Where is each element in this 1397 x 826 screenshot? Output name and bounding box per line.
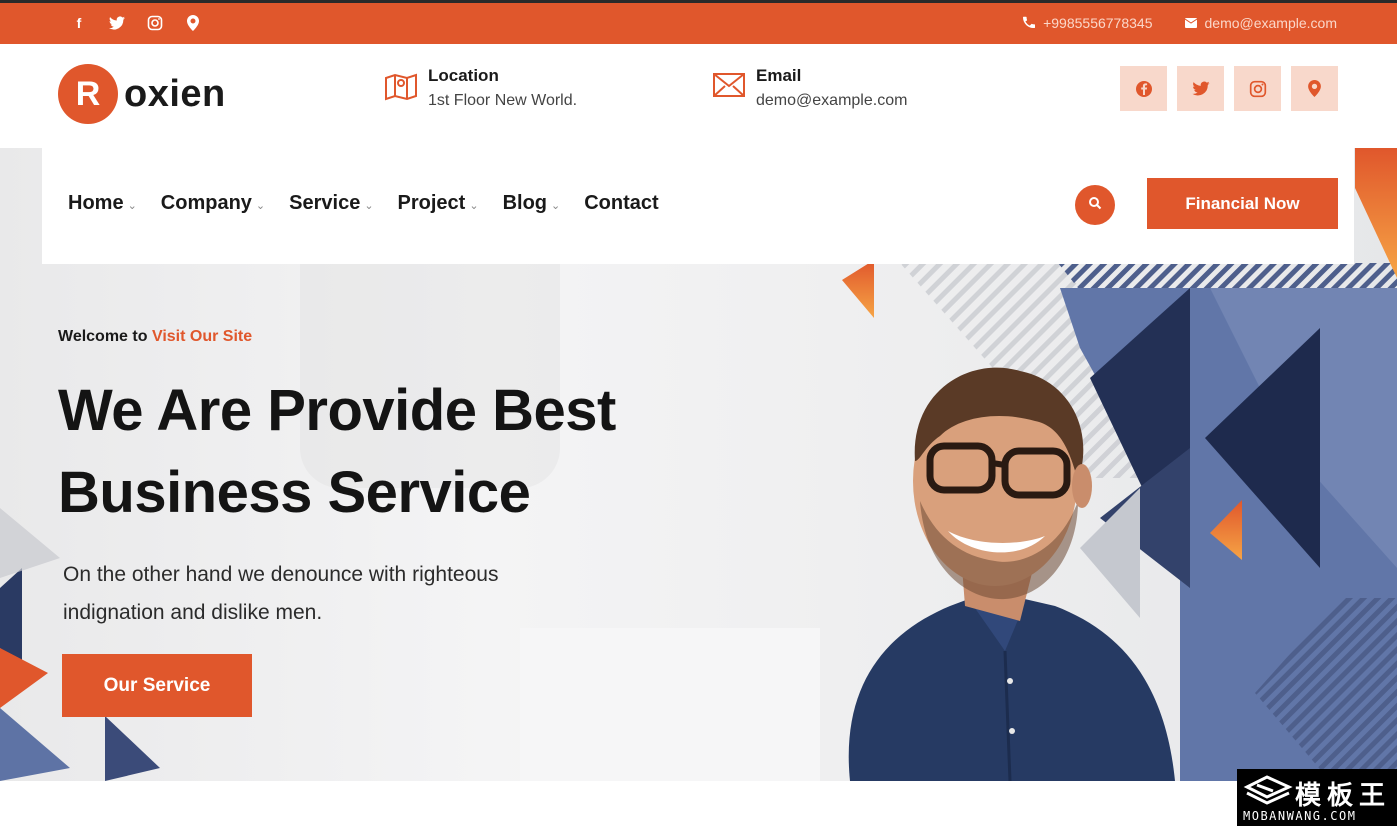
main-navigation: Home ⌄ Company ⌄ Service ⌄ Project ⌄ Blo… [42, 148, 1354, 264]
chevron-down-icon: ⌄ [255, 200, 266, 212]
nav-item-contact[interactable]: Contact [584, 192, 658, 215]
nav-item-project[interactable]: Project ⌄ [398, 192, 479, 215]
twitter-icon[interactable] [108, 13, 126, 33]
nav-item-label: Project [397, 192, 466, 214]
location-label: Location [428, 66, 499, 85]
facebook-icon[interactable] [1120, 66, 1167, 111]
nav-item-company[interactable]: Company ⌄ [161, 192, 265, 215]
twitter-icon[interactable] [1177, 66, 1224, 111]
stack-icon [1243, 775, 1293, 805]
hero-headline-line: Business Service [58, 460, 531, 525]
email-value[interactable]: demo@example.com [756, 92, 907, 110]
welcome-prefix: Welcome to [58, 328, 148, 345]
nav-item-label: Home [68, 192, 124, 214]
map-pin-icon[interactable] [1291, 66, 1338, 111]
nav-item-label: Blog [502, 192, 547, 214]
top-bar: f +9985556778345 demo@example.com [0, 0, 1397, 44]
chevron-down-icon: ⌄ [364, 200, 374, 212]
instagram-icon[interactable] [146, 13, 164, 33]
hero-welcome-text: Welcome to Visit Our Site [58, 328, 252, 346]
hero-headline-line: We Are Provide Best [58, 378, 616, 443]
our-service-button[interactable]: Our Service [62, 654, 252, 717]
site-logo[interactable]: R oxien [58, 64, 226, 124]
hero-subtext-line: indignation and dislike men. [63, 601, 323, 624]
top-contact-info: +9985556778345 demo@example.com [1023, 15, 1337, 31]
facebook-icon[interactable]: f [70, 13, 88, 33]
instagram-icon[interactable] [1234, 66, 1281, 111]
search-icon [1088, 196, 1102, 215]
logo-wordmark: oxien [124, 72, 226, 115]
header-social-links [1120, 66, 1338, 111]
nav-item-label: Contact [584, 192, 659, 214]
email-label: Email [756, 66, 802, 85]
nav-item-label: Service [289, 192, 361, 214]
map-pin-icon[interactable] [184, 13, 202, 33]
welcome-highlight: Visit Our Site [151, 328, 253, 345]
chevron-down-icon: ⌄ [127, 200, 137, 212]
watermark-cn: 模板王 [1295, 781, 1392, 811]
financial-now-button[interactable]: Financial Now [1147, 178, 1338, 229]
phone-icon [1023, 16, 1036, 31]
header-email: Email demo@example.com [712, 66, 907, 110]
logo-badge: R [58, 64, 118, 124]
map-icon [384, 72, 418, 104]
chevron-down-icon: ⌄ [551, 200, 561, 212]
watermark-en: MOBANWANG.COM [1243, 809, 1357, 823]
hero-subtext-line: On the other hand we denounce with right… [63, 563, 499, 586]
header-location: Location 1st Floor New World. [384, 66, 577, 110]
envelope-icon [1184, 16, 1197, 31]
top-phone-text[interactable]: +9985556778345 [1043, 15, 1152, 31]
nav-item-label: Company [160, 192, 252, 214]
top-social-links: f [70, 13, 202, 33]
nav-item-blog[interactable]: Blog ⌄ [503, 192, 561, 215]
nav-menu: Home ⌄ Company ⌄ Service ⌄ Project ⌄ Blo… [68, 192, 683, 215]
hero-subtext: On the other hand we denounce with right… [63, 556, 623, 632]
hero-headline: We Are Provide Best Business Service [58, 370, 616, 534]
mail-icon [712, 72, 746, 104]
watermark-logo: 模板王 MOBANWANG.COM [1237, 769, 1397, 826]
hero-person-image [848, 367, 1175, 781]
nav-item-service[interactable]: Service ⌄ [289, 192, 373, 215]
location-value: 1st Floor New World. [428, 92, 578, 109]
chevron-down-icon: ⌄ [469, 200, 479, 212]
top-email-text[interactable]: demo@example.com [1205, 15, 1338, 31]
search-button[interactable] [1075, 185, 1115, 225]
nav-item-home[interactable]: Home ⌄ [68, 192, 137, 215]
site-header: R oxien Location 1st Floor New World. Em… [0, 44, 1397, 148]
